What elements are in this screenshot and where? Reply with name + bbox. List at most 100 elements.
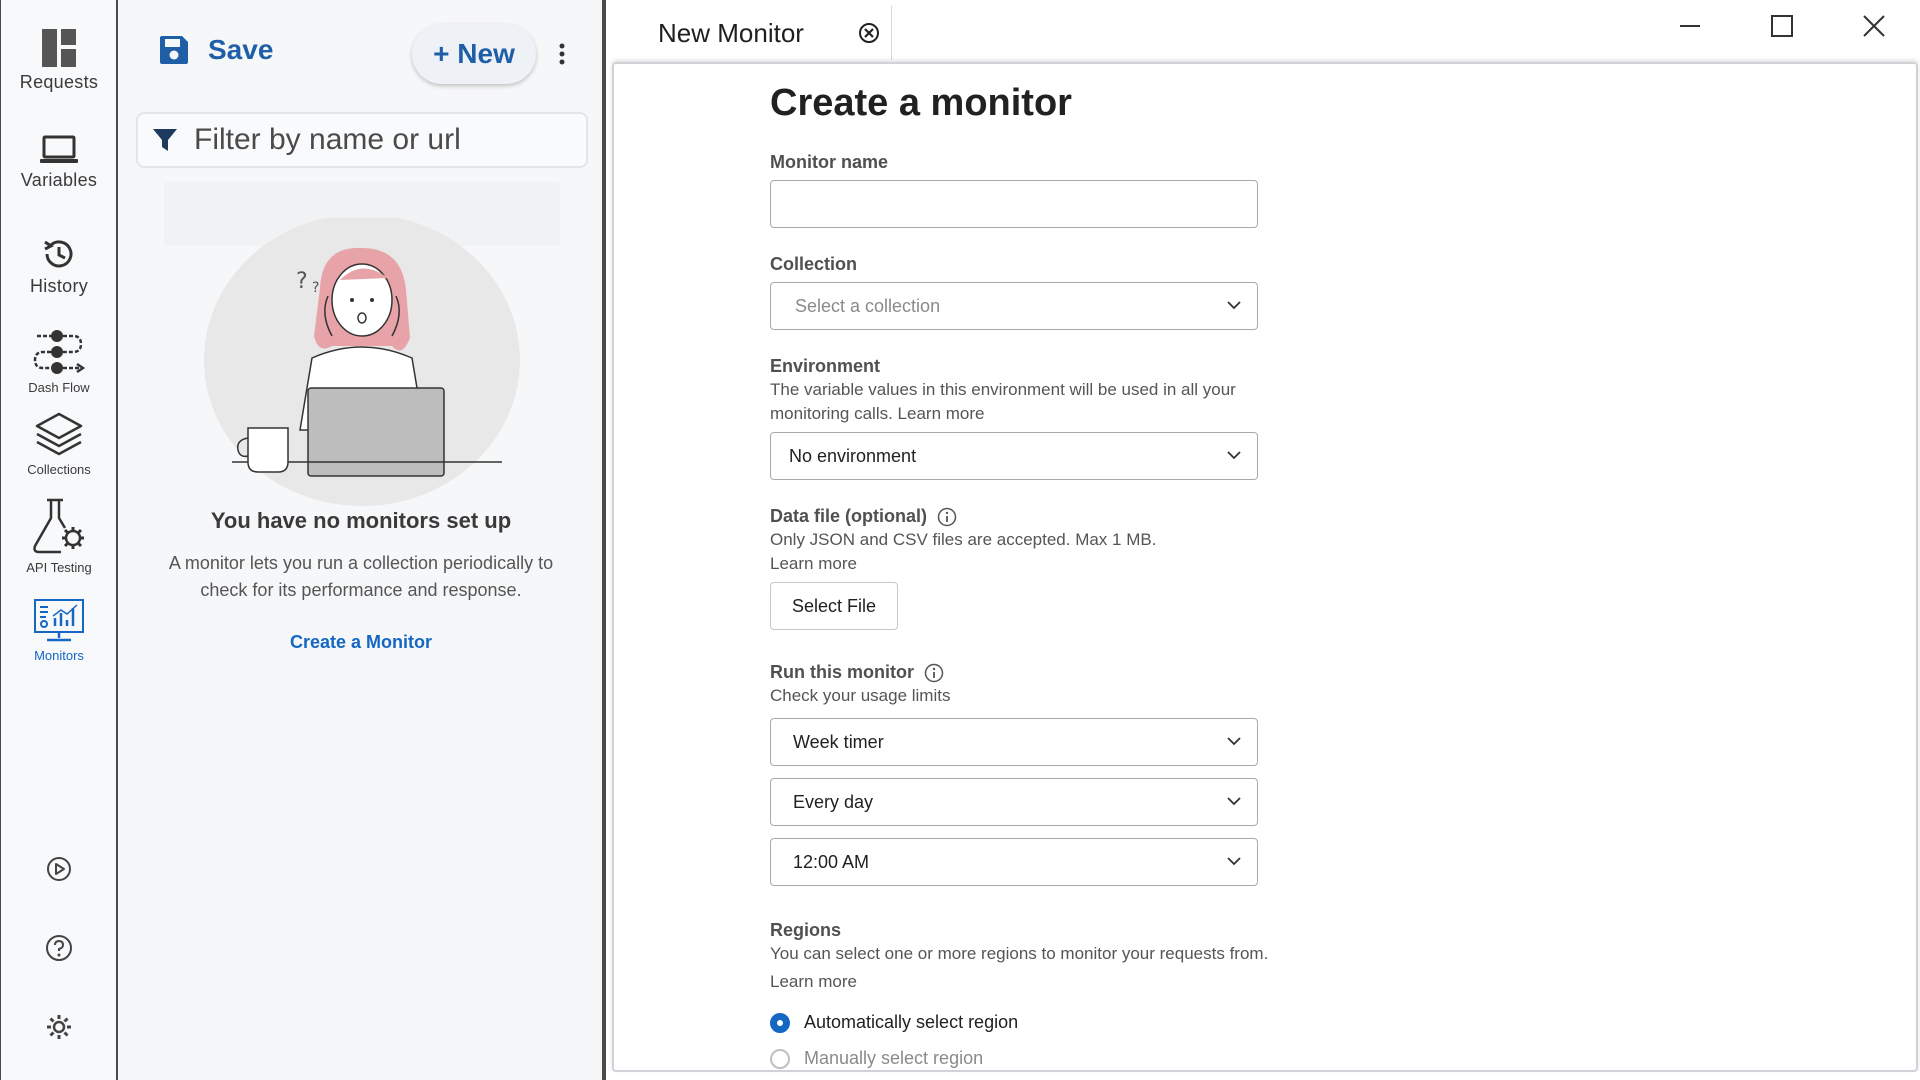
rail-label: Collections (27, 462, 91, 477)
play-circle-icon (47, 857, 71, 881)
rail-item-variables[interactable]: Variables (1, 134, 117, 191)
new-button[interactable]: + New (412, 24, 536, 84)
filter-field[interactable] (136, 112, 588, 168)
close-icon (1863, 15, 1885, 37)
environment-label-text: Environment (770, 356, 881, 376)
empty-state-description: A monitor lets you run a collection peri… (168, 553, 554, 600)
monitor-name-label-text: Monitor name (770, 152, 889, 172)
flow-icon (33, 330, 85, 374)
tab-close-button[interactable] (858, 22, 880, 49)
rail-item-monitors[interactable]: Monitors (1, 598, 117, 663)
collection-select-value: Select a collection (795, 295, 941, 316)
timer-select-value: Week timer (793, 731, 884, 752)
laptop-icon (40, 135, 78, 163)
info-icon[interactable] (924, 663, 944, 683)
settings-gear-icon (47, 1015, 71, 1039)
app-window: Requests Variables History Dash Flow Col… (0, 0, 1920, 1080)
collection-select[interactable]: Select a collection (770, 282, 1258, 330)
rail-item-requests[interactable]: Requests (1, 28, 117, 93)
chevron-down-icon (1227, 301, 1241, 310)
run-monitor-label: Run this monitor (770, 662, 944, 683)
minimize-icon (1680, 25, 1700, 27)
radio-manual-region[interactable]: Manually select region (770, 1048, 983, 1069)
radio-button-selected[interactable] (770, 1012, 790, 1033)
select-file-button[interactable]: Select File (770, 582, 898, 630)
chevron-down-icon (1227, 737, 1241, 746)
info-icon[interactable] (937, 507, 957, 527)
frequency-select[interactable]: Every day (770, 778, 1258, 826)
floppy-disk-icon (160, 36, 188, 64)
rail-label: Variables (20, 170, 98, 190)
history-icon (44, 240, 73, 268)
rail-item-collections[interactable]: Collections (1, 412, 117, 477)
environment-select-value: No environment (789, 445, 917, 466)
rail-label: API Testing (26, 560, 92, 575)
rail-item-history[interactable]: History (1, 236, 117, 297)
regions-hint: You can select one or more regions to mo… (770, 944, 1269, 991)
environment-select[interactable]: No environment (770, 432, 1258, 480)
save-button[interactable]: Save (158, 34, 273, 66)
frequency-select-value: Every day (793, 791, 874, 812)
help-circle-icon (46, 935, 72, 961)
radio-auto-region[interactable]: Automatically select region (770, 1012, 1018, 1033)
settings-button[interactable] (1, 1014, 117, 1040)
flask-gear-icon (33, 498, 84, 554)
filter-input[interactable] (194, 123, 574, 157)
icon-rail: Requests Variables History Dash Flow Col… (0, 0, 118, 1080)
filter-funnel-icon (153, 129, 177, 151)
chevron-down-icon (1227, 857, 1241, 866)
time-select[interactable]: 12:00 AM (770, 838, 1258, 886)
empty-state-illustration: ? ? (204, 218, 520, 506)
close-circle-icon (859, 23, 879, 43)
save-label: Save (208, 34, 274, 65)
chevron-down-icon (1227, 797, 1241, 806)
monitor-chart-icon (34, 599, 84, 642)
time-select-value: 12:00 AM (793, 851, 870, 872)
content-area: Create a monitor Monitor name Collection… (612, 62, 1918, 1072)
create-monitor-link[interactable]: Create a Monitor (118, 632, 604, 653)
kebab-menu-icon (559, 43, 565, 65)
rail-label: Monitors (34, 648, 84, 663)
page-title: Create a monitor (770, 82, 1072, 124)
minimize-button[interactable] (1678, 14, 1702, 43)
radio-label: Automatically select region (804, 1012, 1019, 1032)
svg-text:?: ? (312, 280, 319, 296)
data-file-label-text: Data file (optional) (770, 506, 927, 526)
radio-button[interactable] (770, 1048, 790, 1069)
data-file-label: Data file (optional) (770, 506, 957, 527)
environment-label: Environment (770, 356, 880, 377)
help-button[interactable] (1, 934, 117, 962)
empty-state-title: You have no monitors set up (210, 508, 512, 533)
main-window: New Monitor Create a monitor Monitor nam… (604, 0, 1920, 1080)
monitor-name-field[interactable] (770, 180, 1258, 228)
maximize-icon (1771, 15, 1793, 37)
rail-label: History (29, 276, 89, 296)
radio-label: Manually select region (804, 1048, 984, 1068)
chevron-down-icon (1227, 451, 1241, 460)
environment-hint: The variable values in this environment … (770, 380, 1236, 423)
collection-label-text: Collection (770, 254, 858, 274)
maximize-button[interactable] (1770, 14, 1794, 43)
tab-new-monitor[interactable]: New Monitor (610, 6, 892, 60)
run-button[interactable] (1, 856, 117, 882)
monitor-name-input[interactable] (789, 181, 1257, 227)
monitors-panel: Save + New Filter by name or url ? ? You… (118, 0, 604, 1080)
data-file-hint: Only JSON and CSV files are accepted. Ma… (770, 530, 1157, 573)
collection-label: Collection (770, 254, 857, 275)
rail-item-dash-flow[interactable]: Dash Flow (1, 328, 117, 395)
regions-label-text: Regions (770, 920, 842, 940)
title-bar: New Monitor (606, 0, 1920, 64)
close-window-button[interactable] (1862, 14, 1886, 43)
timer-select[interactable]: Week timer (770, 718, 1258, 766)
tab-title: New Monitor (658, 17, 804, 48)
requests-icon (42, 29, 76, 67)
rail-item-api-testing[interactable]: API Testing (1, 496, 117, 575)
run-monitor-label-text: Run this monitor (770, 662, 914, 682)
regions-label: Regions (770, 920, 841, 941)
svg-text:?: ? (296, 269, 308, 294)
monitor-name-label: Monitor name (770, 152, 888, 173)
rail-label: Dash Flow (28, 380, 90, 395)
usage-limits-hint: Check your usage limits (770, 686, 951, 705)
rail-label: Requests (19, 72, 99, 92)
more-options-button[interactable] (558, 42, 566, 71)
